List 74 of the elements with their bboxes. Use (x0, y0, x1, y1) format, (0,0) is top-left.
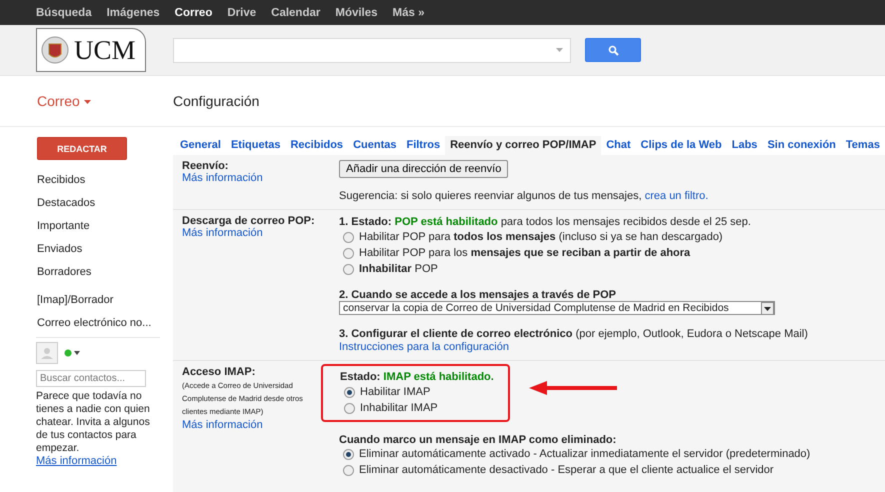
settings-tab[interactable]: Chat (601, 136, 636, 155)
add-forward-button[interactable]: Añadir una dirección de reenvío (339, 160, 508, 178)
settings-tab[interactable]: Cuentas (348, 136, 402, 155)
pop-action-dropdown[interactable]: conservar la copia de Correo de Universidad Complutense de Madrid en Recibidos (339, 301, 775, 315)
step-heading: 3. Configurar el cliente de correo electrónico (339, 328, 573, 340)
search-button[interactable] (585, 38, 641, 62)
top-nav-link[interactable]: Móviles (335, 6, 378, 18)
compose-button[interactable]: REDACTAR (37, 137, 127, 160)
search-icon (608, 44, 618, 56)
top-nav-link[interactable]: Drive (227, 6, 256, 18)
radio-button[interactable] (343, 232, 354, 242)
sidebar-item[interactable]: Recibidos (37, 171, 173, 194)
sidebar-item[interactable]: [Imap]/Borrador (37, 291, 173, 314)
logo-text: UCM (74, 34, 136, 66)
settings-tab[interactable]: Temas (840, 136, 885, 155)
option-label: Habilitar POP para los mensajes que se reciban a partir de ahora (359, 247, 690, 259)
settings-tab[interactable]: General (175, 136, 226, 155)
top-nav-link[interactable]: Más » (392, 6, 425, 18)
sidebar-item[interactable]: Destacados (37, 194, 173, 217)
status-dropdown-icon[interactable] (64, 349, 80, 357)
university-logo[interactable]: UCM (36, 28, 146, 72)
setup-instructions-link[interactable]: Instrucciones para la configuración (339, 341, 509, 353)
sidebar-item[interactable]: Borradores (37, 263, 173, 286)
section-label: Descarga de correo POP: (182, 215, 316, 227)
caret-icon (84, 100, 91, 104)
app-menu[interactable]: Correo (37, 93, 173, 109)
top-nav-link[interactable]: Búsqueda (36, 6, 92, 18)
radio-button[interactable] (343, 448, 354, 460)
radio-button[interactable] (344, 402, 355, 414)
page-title: Configuración (173, 93, 260, 109)
top-nav-link[interactable]: Imágenes (106, 6, 160, 18)
step-heading: Cuando marco un mensaje en IMAP como eliminado: (339, 434, 616, 446)
settings-tab[interactable]: Reenvío y correo POP/IMAP (445, 136, 602, 155)
settings-tab[interactable]: Etiquetas (226, 136, 286, 155)
top-nav-link[interactable]: Correo (174, 6, 212, 18)
step-heading: 2. Cuando se accede a los mensajes a través de POP (339, 289, 616, 301)
option-label: Habilitar IMAP (360, 386, 430, 398)
radio-button[interactable] (343, 464, 354, 476)
settings-tab[interactable]: Filtros (401, 136, 446, 155)
status-value: POP está habilitado (394, 216, 498, 228)
search-field[interactable] (173, 38, 571, 62)
status-label: Estado: (340, 371, 380, 383)
hint-text: Sugerencia: si solo quieres reenviar algunos de tus mensajes, (339, 190, 642, 202)
section-label: Reenvío: (182, 160, 230, 172)
more-info-link[interactable]: Más información (182, 419, 263, 431)
option-label: Eliminar automáticamente desactivado - Esperar a que el cliente actualice el servidor (359, 464, 774, 476)
caret-icon (556, 47, 564, 53)
avatar-icon[interactable] (36, 342, 58, 364)
option-label: Habilitar POP para todos los mensajes (incluso si ya se han descargado) (359, 231, 723, 243)
settings-tab[interactable]: Labs (726, 136, 762, 155)
chat-message: Parece que todavía no tienes a nadie con quien chatear. Invita a algunos de tus contactos para empezar. (36, 390, 151, 455)
sidebar-item[interactable]: Enviados (37, 240, 173, 263)
status-text: para todos los mensajes recibidos desde el 25 sep. (500, 216, 751, 228)
step-note: (por ejemplo, Outlook, Eudora o Netscape Mail) (576, 328, 808, 340)
sidebar-item[interactable]: Correo electrónico no... (37, 314, 173, 337)
status-label: 1. Estado: (339, 216, 392, 228)
option-label: Inhabilitar POP (359, 263, 438, 275)
settings-tab[interactable]: Recibidos (285, 136, 348, 155)
more-info-link[interactable]: Más información (182, 172, 263, 184)
create-filter-link[interactable]: crea un filtro. (644, 190, 708, 202)
section-label: Acceso IMAP: (182, 366, 256, 378)
option-label: Eliminar automáticamente activado - Actualizar inmediatamente el servidor (predeterminado) (359, 448, 810, 460)
radio-button[interactable] (343, 264, 354, 274)
status-value: IMAP está habilitado. (383, 371, 494, 383)
top-nav-link[interactable]: Calendar (271, 6, 320, 18)
more-info-link[interactable]: Más información (36, 455, 117, 467)
sidebar-item[interactable]: Importante (37, 217, 173, 240)
more-info-link[interactable]: Más información (182, 227, 263, 239)
radio-button[interactable] (344, 386, 355, 398)
radio-button[interactable] (343, 248, 354, 258)
option-label: Inhabilitar IMAP (360, 402, 438, 414)
settings-tab[interactable]: Clips de la Web (636, 136, 727, 155)
contact-search-field[interactable]: Buscar contactos... (36, 370, 146, 387)
settings-tab[interactable]: Sin conexión (762, 136, 841, 155)
